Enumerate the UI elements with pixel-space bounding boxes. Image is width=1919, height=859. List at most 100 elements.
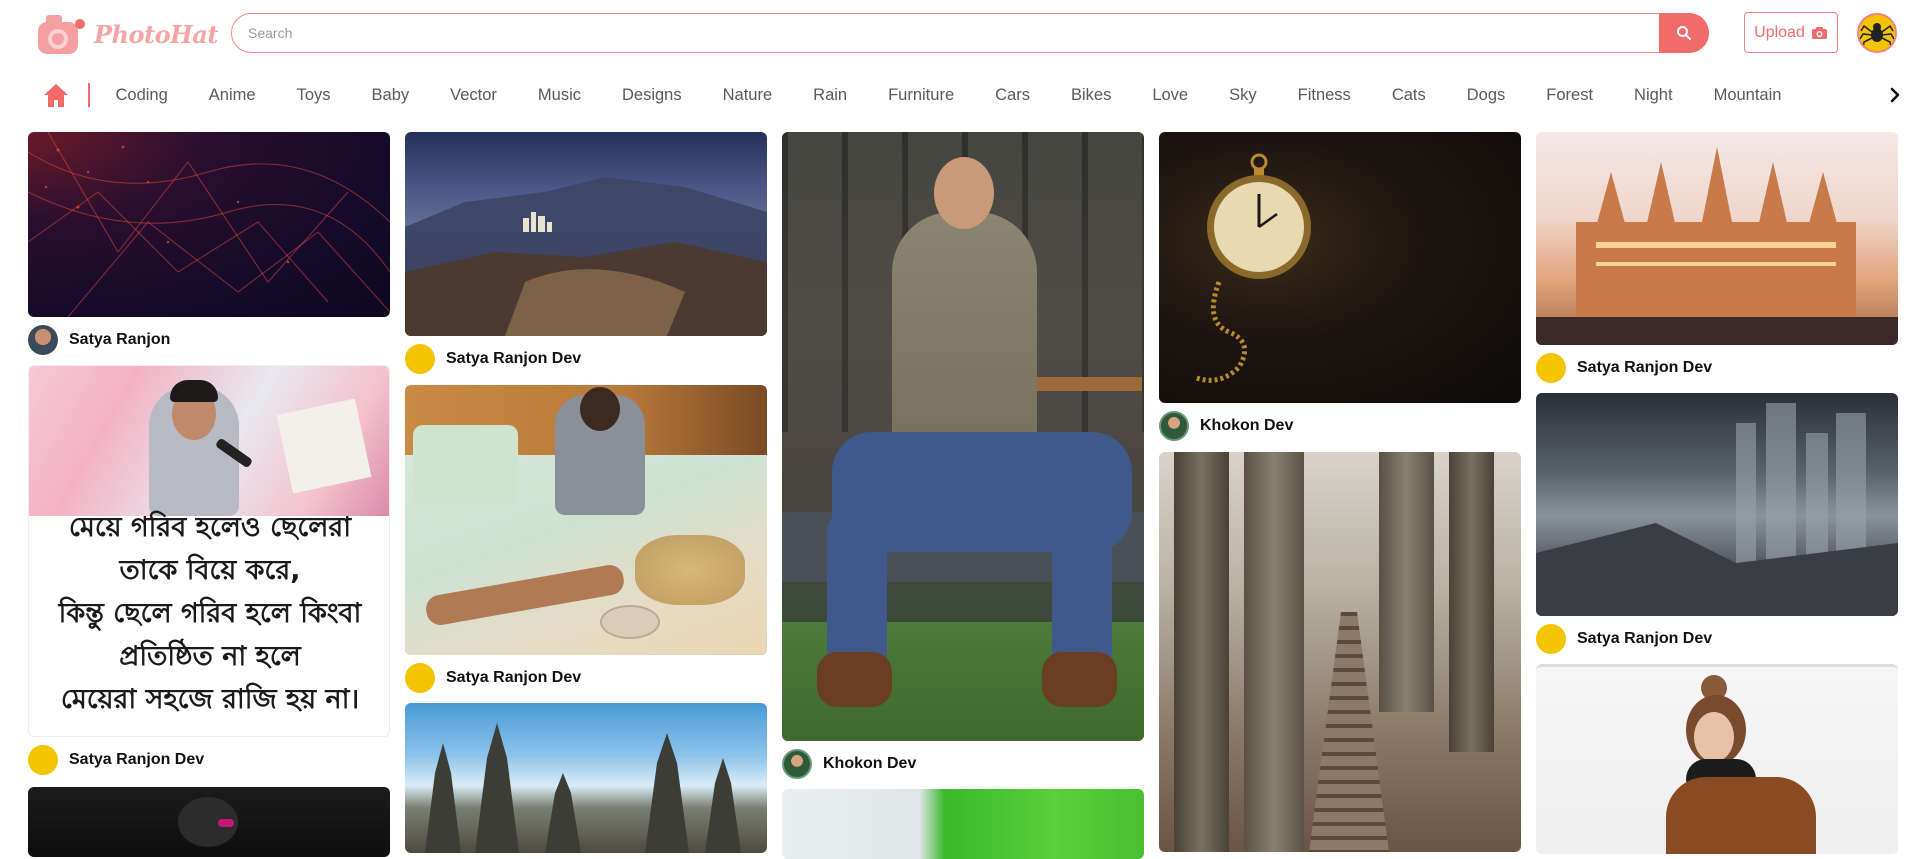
photo-card[interactable] [28,787,390,857]
search-button[interactable] [1659,13,1709,53]
photo-card[interactable] [405,703,767,853]
author-name: Satya Ranjon Dev [446,350,582,367]
photo-card[interactable]: Khokon Dev [1159,132,1521,444]
tree-trunk [1449,452,1494,752]
woman-coat [1666,777,1816,854]
camera-logo-icon [38,15,85,54]
tree-trunk [1174,452,1229,852]
author-name: Satya Ranjon Dev [446,669,582,686]
author-name: Satya Ranjon Dev [1577,359,1713,376]
author-row[interactable]: Khokon Dev [1159,411,1293,441]
category-bar: Coding Anime Toys Baby Vector Music Desi… [0,74,1919,116]
category-fitness[interactable]: Fitness [1277,86,1371,105]
author-row[interactable]: Satya Ranjon Dev [405,344,581,374]
author-avatar [782,749,812,779]
photo-card[interactable]: Satya Ranjon Dev [405,132,767,378]
category-bikes[interactable]: Bikes [1050,86,1131,105]
photo-image[interactable] [28,132,390,317]
photo-card[interactable]: Satya Ranjon Dev [1536,132,1898,384]
category-fade [1830,74,1880,116]
photo-image[interactable] [1159,132,1521,403]
category-mountain[interactable]: Mountain [1693,86,1802,105]
quote-line: কিন্তু ছেলে গরিব হলে কিংবা [58,598,362,629]
quote-line: মেয়ে গরিব হলেও ছেলেরা [68,512,352,543]
author-row[interactable]: Satya Ranjon [28,325,170,355]
photo-card[interactable] [1536,664,1898,854]
photo-image[interactable] [1159,452,1521,852]
man-head [934,157,994,229]
speaker-photo [29,366,389,516]
temple-illustration [1536,147,1898,345]
user-avatar[interactable] [1857,13,1897,53]
category-forest[interactable]: Forest [1526,86,1614,105]
photo-card[interactable]: Satya Ranjon Dev [405,385,767,693]
search-input[interactable] [248,23,1648,43]
quote-line: মেয়েরা সহজে রাজি হয় না। [60,684,360,715]
misty-city [1536,403,1898,616]
author-avatar [1536,624,1566,654]
photo-image[interactable] [405,385,767,655]
category-rain[interactable]: Rain [793,86,868,105]
author-name: Satya Ranjon [69,331,171,348]
camera-icon [1811,26,1827,39]
photo-image[interactable] [1536,664,1898,854]
author-name: Khokon Dev [823,755,917,772]
category-next-button[interactable] [1878,78,1912,112]
author-row[interactable]: Satya Ranjon Dev [1536,624,1712,654]
search-bar [231,13,1709,53]
photo-image[interactable] [1536,393,1898,616]
category-toys[interactable]: Toys [276,86,351,105]
home-icon[interactable] [42,81,70,109]
author-row[interactable]: Satya Ranjon Dev [405,663,581,693]
photo-image[interactable] [28,787,390,857]
author-avatar [28,745,58,775]
photo-image[interactable] [405,703,767,853]
upload-button[interactable]: Upload [1744,12,1838,53]
author-row[interactable]: Khokon Dev [782,749,916,779]
app-logo[interactable]: PhotoHat [36,6,218,60]
author-name: Satya Ranjon Dev [69,751,205,768]
photo-image[interactable] [782,132,1144,741]
search-icon [1677,26,1692,41]
quote-line: প্রতিষ্ঠিত না হলে [119,641,301,672]
photo-card[interactable]: Satya Ranjon Dev [1536,393,1898,655]
photo-card[interactable]: Satya Ranjon [28,132,390,358]
author-row[interactable]: Satya Ranjon Dev [1536,353,1712,383]
category-anime[interactable]: Anime [188,86,276,105]
valley-landscape [405,177,767,336]
right-leg [1052,512,1112,672]
category-cats[interactable]: Cats [1371,86,1446,105]
category-vector[interactable]: Vector [430,86,518,105]
category-list: Coding Anime Toys Baby Vector Music Desi… [95,74,1802,116]
photo-image[interactable]: মেয়ে গরিব হলেও ছেলেরা তাকে বিয়ে করে, ক… [28,365,390,737]
category-baby[interactable]: Baby [351,86,430,105]
category-furniture[interactable]: Furniture [868,86,975,105]
category-night[interactable]: Night [1614,86,1694,105]
photo-card[interactable] [1159,452,1521,852]
portrait-accent [218,819,234,827]
author-row[interactable]: Satya Ranjon Dev [28,745,204,775]
bengali-quote: মেয়ে গরিব হলেও ছেলেরা তাকে বিয়ে করে, ক… [29,506,389,721]
author-avatar [1159,411,1189,441]
railway-track [1309,612,1389,852]
category-designs[interactable]: Designs [602,86,703,105]
category-sky[interactable]: Sky [1209,86,1278,105]
top-header: PhotoHat Upload [0,0,1919,66]
category-music[interactable]: Music [517,86,601,105]
right-boot [1042,652,1117,707]
photo-image[interactable] [1536,132,1898,345]
photo-card[interactable]: মেয়ে গরিব হলেও ছেলেরা তাকে বিয়ে করে, ক… [28,365,390,777]
photo-image[interactable] [782,789,1144,859]
category-dogs[interactable]: Dogs [1446,86,1526,105]
quote-line: তাকে বিয়ে করে, [119,555,301,586]
photo-card[interactable] [782,789,1144,859]
author-name: Satya Ranjon Dev [1577,630,1713,647]
category-nature[interactable]: Nature [702,86,793,105]
coin-plate [600,605,660,639]
category-cars[interactable]: Cars [975,86,1051,105]
photo-image[interactable] [405,132,767,336]
category-coding[interactable]: Coding [95,86,188,105]
photo-card[interactable]: Khokon Dev [782,132,1144,780]
pillow [413,425,518,505]
category-love[interactable]: Love [1132,86,1209,105]
